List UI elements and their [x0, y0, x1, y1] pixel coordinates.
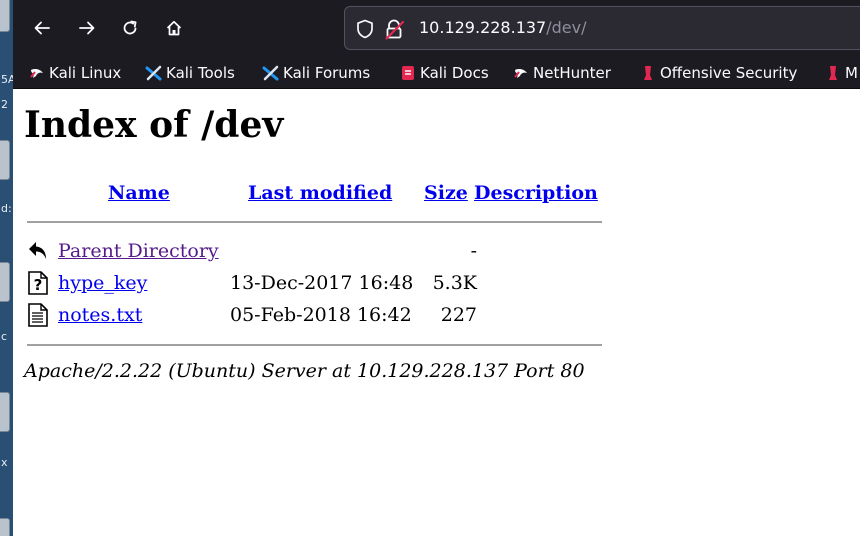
kali-docs-icon — [402, 66, 414, 80]
insecure-lock-icon[interactable] — [385, 18, 409, 40]
offsec-icon — [644, 66, 652, 80]
file-size: 227 — [440, 304, 477, 326]
offsec-icon — [829, 66, 837, 80]
page-title: Index of /dev — [24, 104, 284, 146]
divider — [27, 221, 602, 223]
bookmark-kali-forums[interactable]: Kali Forums — [262, 63, 370, 83]
desktop-label: x — [1, 456, 8, 469]
unknown-file-icon: ? — [28, 271, 48, 295]
column-header-size: Size — [424, 182, 468, 204]
bookmarks-toolbar: Kali Linux Kali Tools Kali Forums Kali D… — [13, 56, 860, 89]
bookmark-label: NetHunter — [533, 64, 611, 82]
arrow-left-icon — [34, 21, 50, 35]
desktop-strip: 5A 2 d: c x — [0, 0, 13, 536]
sort-by-name-link[interactable]: Name — [108, 182, 170, 204]
kali-dragon-icon — [30, 69, 43, 78]
desktop-label: 5A — [1, 73, 13, 86]
bookmark-label: Kali Tools — [166, 64, 235, 82]
home-button[interactable] — [163, 17, 185, 39]
bookmark-kali-linux[interactable]: Kali Linux — [29, 63, 121, 83]
nethunter-icon — [514, 69, 527, 78]
back-button[interactable] — [31, 17, 53, 39]
kali-forums-icon — [262, 65, 279, 81]
desktop-icon[interactable] — [0, 0, 10, 32]
bookmark-kali-docs[interactable]: Kali Docs — [400, 63, 489, 83]
reload-button[interactable] — [119, 17, 141, 39]
kali-tools-icon — [145, 65, 162, 81]
bookmark-label: Kali Docs — [420, 64, 489, 82]
table-row: Parent Directory - — [27, 239, 607, 265]
bookmark-overflow[interactable]: M — [825, 63, 858, 83]
file-size: 5.3K — [432, 272, 477, 294]
column-header-last-modified: Last modified — [248, 182, 392, 204]
navigation-toolbar: 10.129.228.137/dev/ — [13, 0, 860, 56]
bookmark-label: M — [845, 64, 858, 82]
desktop-label: c — [1, 330, 8, 343]
url-host: 10.129.228.137 — [419, 18, 547, 37]
address-bar[interactable]: 10.129.228.137/dev/ — [344, 6, 860, 50]
sort-by-last-modified-link[interactable]: Last modified — [248, 182, 392, 204]
modified-date: 05-Feb-2018 16:42 — [230, 304, 412, 326]
parent-directory-icon — [29, 242, 46, 259]
url-text[interactable]: 10.129.228.137/dev/ — [419, 18, 586, 37]
reload-icon — [123, 20, 137, 35]
shield-icon[interactable] — [356, 19, 374, 39]
desktop-icon[interactable] — [0, 140, 10, 180]
text-file-icon — [28, 303, 48, 327]
parent-directory-link[interactable]: Parent Directory — [58, 240, 219, 262]
column-header-description: Description — [474, 182, 598, 204]
table-row: ? hype_key 13-Dec-2017 16:48 5.3K — [27, 271, 607, 297]
column-header-name: Name — [108, 182, 170, 204]
desktop-label: d: — [1, 202, 12, 215]
desktop-icon[interactable] — [0, 262, 10, 302]
url-path: /dev/ — [546, 18, 587, 37]
svg-text:?: ? — [34, 276, 43, 294]
divider — [27, 344, 602, 346]
forward-button[interactable] — [76, 17, 98, 39]
bookmark-kali-tools[interactable]: Kali Tools — [145, 63, 235, 83]
server-signature: Apache/2.2.22 (Ubuntu) Server at 10.129.… — [24, 360, 585, 382]
home-icon — [166, 20, 182, 36]
file-size: - — [470, 240, 477, 262]
sort-by-description-link[interactable]: Description — [474, 182, 598, 204]
desktop-icon[interactable] — [0, 518, 10, 536]
bookmark-label: Kali Forums — [283, 64, 371, 82]
arrow-right-icon — [79, 21, 95, 35]
page-content: Index of /dev Name Last modified Size De… — [13, 89, 860, 536]
bookmark-offensive-security[interactable]: Offensive Security — [640, 63, 797, 83]
bookmark-nethunter[interactable]: NetHunter — [513, 63, 611, 83]
desktop-icon[interactable] — [0, 392, 10, 432]
desktop-label: 2 — [1, 98, 8, 111]
bookmark-label: Kali Linux — [49, 64, 122, 82]
table-row: notes.txt 05-Feb-2018 16:42 227 — [27, 303, 607, 329]
modified-date: 13-Dec-2017 16:48 — [230, 272, 414, 294]
sort-by-size-link[interactable]: Size — [424, 182, 468, 204]
file-link-notes-txt[interactable]: notes.txt — [58, 304, 142, 326]
file-link-hype-key[interactable]: hype_key — [58, 272, 147, 294]
bookmark-label: Offensive Security — [660, 64, 798, 82]
